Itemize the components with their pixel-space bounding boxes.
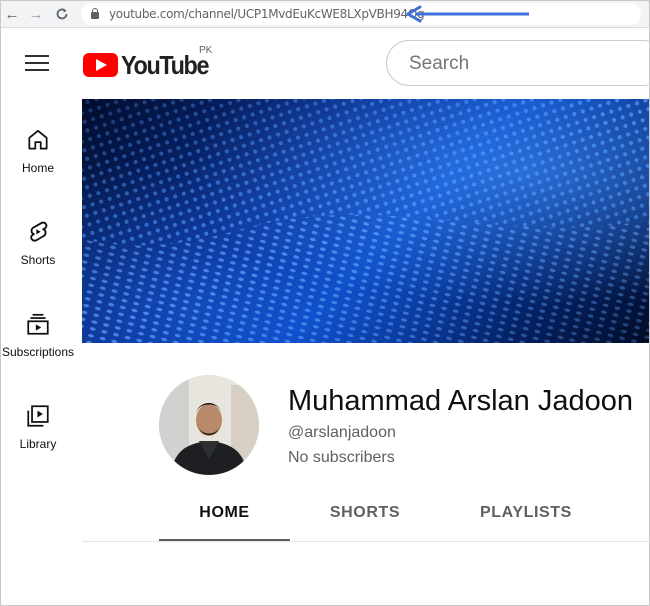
avatar-photo [159, 375, 259, 475]
channel-avatar[interactable] [159, 375, 259, 475]
sidebar-item-label: Home [21, 161, 54, 175]
annotation-arrow-icon [406, 5, 529, 23]
search-input[interactable] [407, 52, 631, 76]
home-icon [28, 129, 48, 150]
channel-banner [82, 99, 649, 343]
sidebar-item-shorts[interactable]: Shorts [1, 219, 75, 267]
channel-name: Muhammad Arslan Jadoon [288, 385, 633, 417]
search-box[interactable] [386, 40, 649, 86]
forward-arrow-icon[interactable]: → [27, 5, 45, 23]
sidebar-item-home[interactable]: Home [1, 127, 75, 175]
sidebar-item-label: Library [19, 437, 57, 451]
address-bar[interactable]: youtube.com/channel/UCP1MvdEuKcWE8LXpVBH… [81, 3, 641, 25]
sidebar-item-subscriptions[interactable]: Subscriptions [1, 311, 75, 359]
tabs-divider [82, 541, 649, 542]
page-frame: ← → youtube.com/channel/UCP1MvdEuKcWE8LX… [0, 0, 650, 606]
url-text: youtube.com/channel/UCP1MvdEuKcWE8LXpVBH… [109, 7, 425, 21]
tab-shorts[interactable]: SHORTS [301, 504, 429, 522]
shorts-icon [30, 221, 48, 242]
subscriber-count: No subscribers [288, 449, 395, 466]
browser-toolbar: ← → youtube.com/channel/UCP1MvdEuKcWE8LX… [1, 1, 649, 28]
tab-playlists[interactable]: PLAYLISTS [456, 504, 596, 522]
reload-icon[interactable] [53, 5, 71, 23]
tab-home[interactable]: HOME [159, 504, 290, 522]
menu-icon[interactable] [25, 53, 49, 73]
logo-text: YouTube [121, 49, 210, 80]
library-icon [27, 405, 49, 427]
sidebar-item-label: Subscriptions [1, 345, 75, 359]
youtube-play-icon [83, 53, 118, 77]
banner-dot-pattern [82, 99, 649, 343]
back-arrow-icon[interactable]: ← [3, 5, 21, 23]
lock-icon [91, 8, 99, 19]
channel-handle: @arslanjadoon [288, 424, 396, 441]
youtube-logo[interactable]: YouTube [83, 50, 218, 80]
country-code: PK [199, 45, 213, 56]
sidebar-item-label: Shorts [20, 253, 56, 267]
subscriptions-icon [27, 313, 49, 335]
sidebar-item-library[interactable]: Library [1, 403, 75, 451]
